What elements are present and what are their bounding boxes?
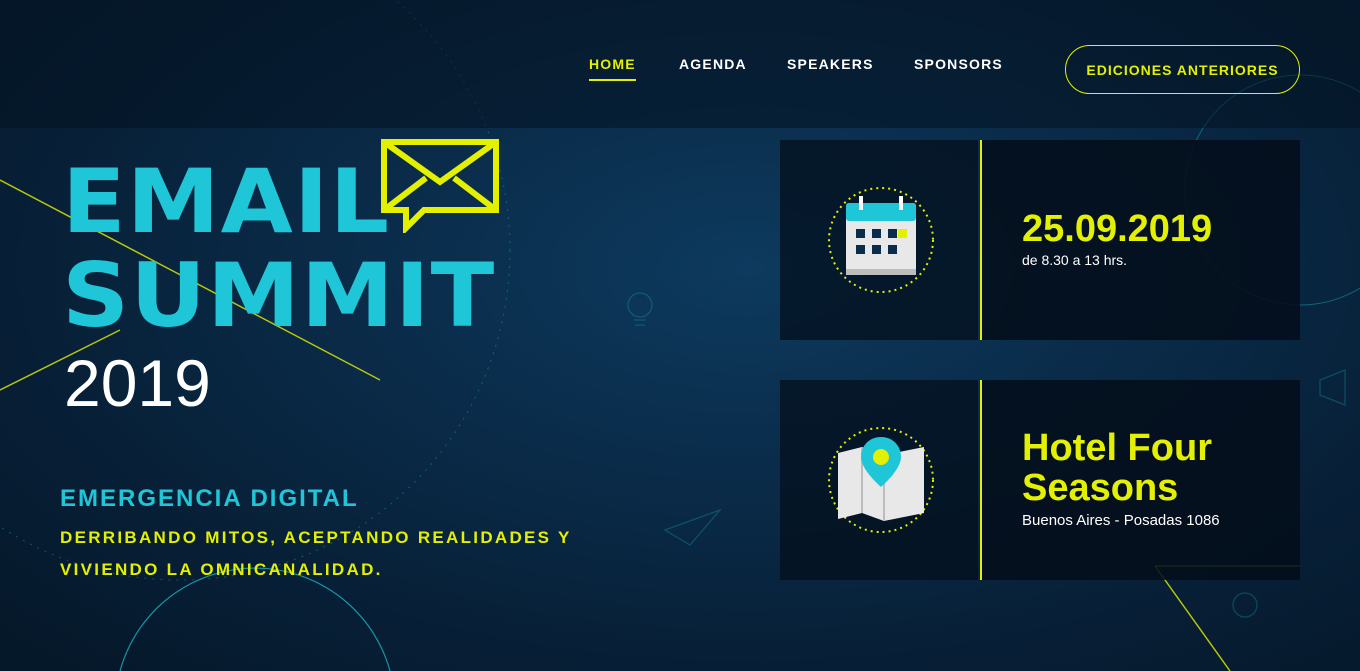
calendar-icon [828,187,934,293]
date-info-panel: 25.09.2019 de 8.30 a 13 hrs. [980,140,1300,340]
nav-item-speakers[interactable]: SPEAKERS [787,56,874,72]
envelope-icon [381,139,499,233]
date-icon-panel [780,140,978,340]
venue-name-line-2: Seasons [1022,467,1179,509]
logo-year: 2019 [64,346,211,420]
hero-tagline: DERRIBANDO MITOS, ACEPTANDO REALIDADES Y… [60,522,660,586]
map-pin-icon [828,427,934,533]
nav-item-agenda[interactable]: AGENDA [679,56,747,72]
nav-item-sponsors[interactable]: SPONSORS [914,56,1003,72]
venue-address: Buenos Aires - Posadas 1086 [1022,512,1220,529]
logo-summit-word: SUMMIT [62,244,496,347]
venue-name-line-1: Hotel Four [1022,427,1212,469]
tagline-line-2: VIVIENDO LA OMNICANALIDAD. [60,560,383,579]
event-date-card: 25.09.2019 de 8.30 a 13 hrs. [780,140,1300,340]
event-time: de 8.30 a 13 hrs. [1022,252,1128,268]
venue-name: Hotel Four Seasons [1022,428,1292,508]
logo-email-word: EMAIL [62,150,391,253]
nav-item-home[interactable]: HOME [589,56,636,81]
venue-icon-panel [780,380,978,580]
venue-info-panel: Hotel Four Seasons Buenos Aires - Posada… [980,380,1300,580]
hero-subtitle: EMERGENCIA DIGITAL [60,485,359,512]
previous-editions-button[interactable]: EDICIONES ANTERIORES [1065,45,1300,94]
event-date: 25.09.2019 [1022,208,1213,250]
event-venue-card: Hotel Four Seasons Buenos Aires - Posada… [780,380,1300,580]
tagline-line-1: DERRIBANDO MITOS, ACEPTANDO REALIDADES Y [60,528,572,547]
